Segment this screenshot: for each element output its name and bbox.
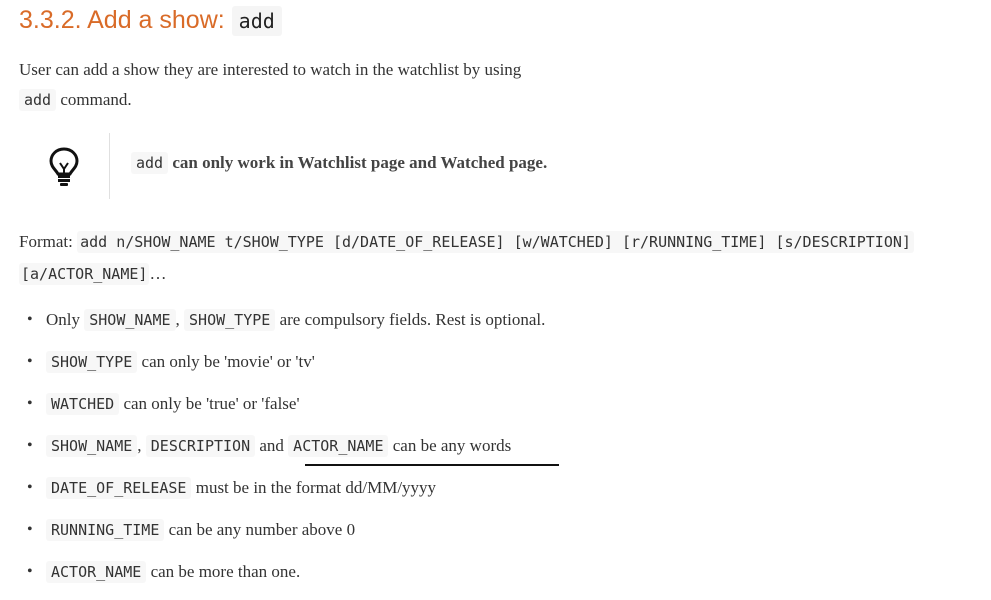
rule-code: SHOW_NAME [46,435,138,457]
bullet: • [27,311,33,328]
rule-separator: , [175,310,180,329]
rule-code: SHOW_NAME [84,309,176,331]
list-item: • SHOW_TYPE can only be 'movie' or 'tv' [19,346,919,388]
rule-text: must be in the format dd/MM/yyyy [195,478,437,497]
tip-callout: add can only work in Watchlist page and … [19,133,979,199]
format-ellipsis: … [149,264,167,283]
bullet: • [27,479,33,496]
tip-command: add [131,152,169,174]
section-heading-text: 3.3.2. Add a show: [19,6,225,34]
rule-text: are compulsory fields. Rest is optional. [279,310,546,329]
bullet: • [27,563,33,580]
rule-code: ACTOR_NAME [288,435,389,457]
rule-prefix: Only [46,310,80,329]
rule-code: ACTOR_NAME [46,561,147,583]
rule-text: can only be 'movie' or 'tv' [141,352,315,371]
tip-text: add can only work in Watchlist page and … [131,152,548,174]
bullet: • [27,353,33,370]
rule-text: can be any number above 0 [168,520,356,539]
lightbulb-icon [49,147,79,186]
intro-text-before: User can add a show they are interested … [19,60,522,79]
list-item: • DATE_OF_RELEASE must be in the format … [19,472,919,514]
rule-code: RUNNING_TIME [46,519,165,541]
list-item: • WATCHED can only be 'true' or 'false' [19,388,919,430]
rule-code: DESCRIPTION [145,435,256,457]
rule-and: and [259,436,284,455]
rule-code: SHOW_TYPE [184,309,276,331]
intro-command: add [19,89,57,111]
bullet: • [27,437,33,454]
rule-separator: , [137,436,142,455]
list-item: • RUNNING_TIME can be any number above 0 [19,514,919,556]
rule-text: can only be 'true' or 'false' [123,394,300,413]
list-item: • Only SHOW_NAME, SHOW_TYPE are compulso… [19,304,919,346]
section-heading: 3.3.2. Add a show: add [19,3,282,38]
rule-code: SHOW_TYPE [46,351,138,373]
format-syntax-line1: add n/SHOW_NAME t/SHOW_TYPE [d/DATE_OF_R… [77,231,914,253]
rule-code: WATCHED [46,393,120,415]
intro-paragraph: User can add a show they are interested … [19,55,639,115]
bullet: • [27,521,33,538]
format-paragraph: Format: add n/SHOW_NAME t/SHOW_TYPE [d/D… [19,226,984,290]
rule-text: can be any words [392,436,512,455]
rules-list: • Only SHOW_NAME, SHOW_TYPE are compulso… [19,304,919,598]
list-item: • ACTOR_NAME can be more than one. [19,556,919,598]
rule-text: can be more than one. [150,562,301,581]
tip-message: can only work in Watchlist page and Watc… [172,153,548,172]
bullet: • [27,395,33,412]
rule-code: DATE_OF_RELEASE [46,477,192,499]
tip-divider [109,133,110,199]
intro-text-after: command. [60,90,132,109]
format-syntax-line2: [a/ACTOR_NAME] [19,263,150,285]
underline-annotation [305,464,559,466]
format-label: Format: [19,232,73,251]
section-heading-command: add [231,6,282,36]
